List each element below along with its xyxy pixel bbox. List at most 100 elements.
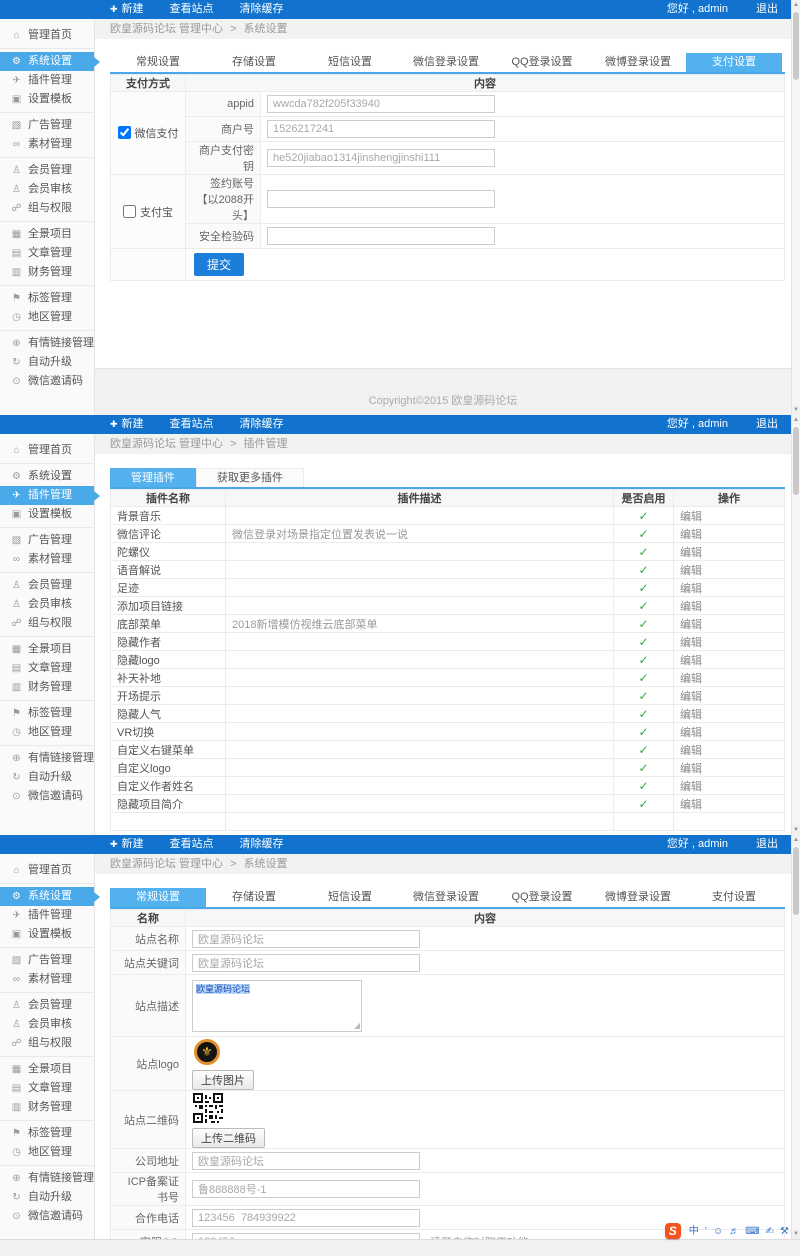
sidebar-item-member-audit[interactable]: ♙会员审核 (0, 1015, 94, 1034)
scroll-down-icon[interactable]: ▼ (792, 1229, 800, 1239)
tab-1[interactable]: 存储设置 (206, 53, 302, 72)
sidebar-item-plugin-management[interactable]: ✈插件管理 (0, 486, 94, 505)
edit-link[interactable]: 编辑 (680, 583, 702, 595)
sidebar-item-group-permission[interactable]: ☍组与权限 (0, 614, 94, 633)
sidebar-item-system-settings[interactable]: ⚙系统设置 (0, 467, 94, 486)
logout-button[interactable]: 退出 (750, 0, 784, 19)
chinese-mode-icon[interactable]: 中 (689, 1226, 699, 1237)
logout-button[interactable]: 退出 (750, 835, 784, 854)
sidebar-item-region-management[interactable]: ◷地区管理 (0, 308, 94, 327)
edit-link[interactable]: 编辑 (680, 529, 702, 541)
sidebar-item-auto-upgrade[interactable]: ↻自动升级 (0, 353, 94, 372)
tab-0[interactable]: 常规设置 (110, 53, 206, 72)
edit-link[interactable]: 编辑 (680, 763, 702, 775)
sidebar-item-friend-link-management[interactable]: ⊕有情链接管理 (0, 334, 94, 353)
tab-1[interactable]: 获取更多插件 (196, 468, 304, 487)
sidebar-item-article-management[interactable]: ▤文章管理 (0, 244, 94, 263)
emoji-icon[interactable]: ☺ (713, 1226, 723, 1237)
sidebar-item-member-management[interactable]: ♙会员管理 (0, 996, 94, 1015)
edit-link[interactable]: 编辑 (680, 601, 702, 613)
site-desc-textarea[interactable]: 欧皇源码论坛◢ (192, 980, 362, 1032)
sidebar-item-ad-management[interactable]: ▧广告管理 (0, 116, 94, 135)
sidebar-item-system-settings[interactable]: ⚙系统设置 (0, 52, 94, 71)
ime-toolbar[interactable]: S 中’☺♬⌨✍⚒ (665, 1222, 792, 1239)
qq-input[interactable] (192, 1233, 420, 1241)
sidebar-item-material-management[interactable]: ∞素材管理 (0, 135, 94, 154)
scroll-down-icon[interactable]: ▼ (792, 825, 800, 835)
punctuation-icon[interactable]: ’ (705, 1226, 707, 1237)
sidebar-item-member-management[interactable]: ♙会员管理 (0, 576, 94, 595)
edit-link[interactable]: 编辑 (680, 655, 702, 667)
scroll-thumb[interactable] (793, 847, 799, 915)
icp-input[interactable] (192, 1180, 420, 1198)
site-name-input[interactable] (192, 930, 420, 948)
sidebar-item-tag-management[interactable]: ⚑标签管理 (0, 1124, 94, 1143)
scroll-up-icon[interactable]: ▲ (792, 0, 800, 10)
scroll-thumb[interactable] (793, 427, 799, 495)
sidebar-item-member-management[interactable]: ♙会员管理 (0, 161, 94, 180)
tab-3[interactable]: 微信登录设置 (398, 888, 494, 907)
sidebar-item-wechat-invite-code[interactable]: ⊙微信邀请码 (0, 372, 94, 391)
tab-6[interactable]: 支付设置 (686, 53, 782, 72)
site-keywords-input[interactable] (192, 954, 420, 972)
sidebar-item-friend-link-management[interactable]: ⊕有情链接管理 (0, 1169, 94, 1188)
scroll-thumb[interactable] (793, 12, 799, 80)
sidebar-item-material-management[interactable]: ∞素材管理 (0, 970, 94, 989)
tab-4[interactable]: QQ登录设置 (494, 53, 590, 72)
sidebar-item-auto-upgrade[interactable]: ↻自动升级 (0, 768, 94, 787)
edit-link[interactable]: 编辑 (680, 511, 702, 523)
sidebar-item-finance-management[interactable]: ▥财务管理 (0, 263, 94, 282)
sidebar-item-material-management[interactable]: ∞素材管理 (0, 550, 94, 569)
sidebar-item-plugin-management[interactable]: ✈插件管理 (0, 906, 94, 925)
sidebar-item-template-settings[interactable]: ▣设置模板 (0, 505, 94, 524)
edit-link[interactable]: 编辑 (680, 619, 702, 631)
tab-0[interactable]: 常规设置 (110, 888, 206, 907)
tab-3[interactable]: 微信登录设置 (398, 53, 494, 72)
edit-link[interactable]: 编辑 (680, 799, 702, 811)
sidebar-item-region-management[interactable]: ◷地区管理 (0, 723, 94, 742)
edit-link[interactable]: 编辑 (680, 781, 702, 793)
sidebar-item-auto-upgrade[interactable]: ↻自动升级 (0, 1188, 94, 1207)
tab-2[interactable]: 短信设置 (302, 53, 398, 72)
clear-cache-button[interactable]: 清除缓存 (227, 835, 297, 854)
edit-link[interactable]: 编辑 (680, 673, 702, 685)
scrollbar[interactable]: ▲▼ (791, 0, 800, 415)
clear-cache-button[interactable]: 清除缓存 (227, 0, 297, 19)
soft-keyboard-icon[interactable]: ⌨ (745, 1226, 759, 1237)
sidebar-item-template-settings[interactable]: ▣设置模板 (0, 90, 94, 109)
sidebar-item-pano-project[interactable]: ▦全景项目 (0, 1060, 94, 1079)
edit-link[interactable]: 编辑 (680, 691, 702, 703)
new-button[interactable]: ✚新建 (97, 835, 157, 854)
sidebar-item-member-audit[interactable]: ♙会员审核 (0, 180, 94, 199)
toolbox-icon[interactable]: ⚒ (780, 1226, 789, 1237)
edit-link[interactable]: 编辑 (680, 565, 702, 577)
alipay-field-input[interactable] (267, 190, 495, 208)
new-button[interactable]: ✚新建 (97, 415, 157, 434)
company-address-input[interactable] (192, 1152, 420, 1170)
edit-link[interactable]: 编辑 (680, 637, 702, 649)
tab-2[interactable]: 短信设置 (302, 888, 398, 907)
scroll-up-icon[interactable]: ▲ (792, 835, 800, 845)
alipay-field-input[interactable] (267, 227, 495, 245)
tab-6[interactable]: 支付设置 (686, 888, 782, 907)
sogou-logo-icon[interactable]: S (665, 1223, 681, 1239)
wechat-pay-field-input[interactable] (267, 120, 495, 138)
scrollbar[interactable]: ▲▼ (791, 415, 800, 835)
edit-link[interactable]: 编辑 (680, 709, 702, 721)
sidebar-item-wechat-invite-code[interactable]: ⊙微信邀请码 (0, 1207, 94, 1226)
sidebar-item-wechat-invite-code[interactable]: ⊙微信邀请码 (0, 787, 94, 806)
sidebar-item-group-permission[interactable]: ☍组与权限 (0, 1034, 94, 1053)
sidebar-item-article-management[interactable]: ▤文章管理 (0, 1079, 94, 1098)
scroll-down-icon[interactable]: ▼ (792, 405, 800, 415)
sidebar-item-finance-management[interactable]: ▥财务管理 (0, 678, 94, 697)
sidebar-item-home[interactable]: ⌂管理首页 (0, 861, 94, 880)
upload-qrcode-button[interactable]: 上传二维码 (192, 1128, 265, 1148)
scrollbar[interactable]: ▲▼ (791, 835, 800, 1239)
sidebar-item-member-audit[interactable]: ♙会员审核 (0, 595, 94, 614)
sidebar-item-ad-management[interactable]: ▧广告管理 (0, 531, 94, 550)
wechat-pay-field-input[interactable] (267, 95, 495, 113)
sidebar-item-pano-project[interactable]: ▦全景项目 (0, 640, 94, 659)
edit-link[interactable]: 编辑 (680, 727, 702, 739)
sidebar-item-finance-management[interactable]: ▥财务管理 (0, 1098, 94, 1117)
submit-button[interactable]: 提交 (194, 253, 244, 276)
